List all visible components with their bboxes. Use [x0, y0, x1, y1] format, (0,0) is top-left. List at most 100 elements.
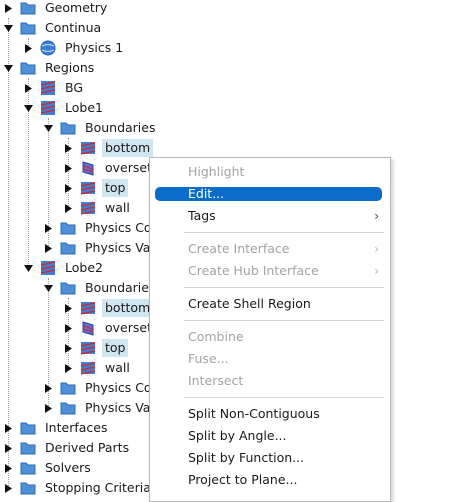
tree-item-interfaces[interactable]: Interfaces — [4, 418, 110, 438]
menu-item-project-to-plane[interactable]: Project to Plane... — [150, 470, 390, 490]
expand-arrow-icon[interactable] — [44, 238, 53, 258]
menu-item-label: Edit... — [188, 186, 225, 201]
tree-item-label: Derived Parts — [45, 440, 130, 455]
collapse-arrow-icon[interactable] — [44, 118, 53, 138]
tree-item-physics-values[interactable]: Physics Val — [44, 238, 157, 258]
menu-item-split-by-function[interactable]: Split by Function... — [150, 448, 390, 468]
tree-item-overset[interactable]: overset — [64, 158, 155, 178]
boundary-wall-icon — [80, 180, 96, 196]
tree-item-physics-conditions[interactable]: Physics Co — [44, 378, 155, 398]
expand-arrow-icon[interactable] — [64, 358, 73, 378]
tree-item-geometry[interactable]: Geometry — [4, 0, 110, 18]
menu-item-label: Project to Plane... — [188, 472, 298, 487]
menu-item-label: Split by Function... — [188, 450, 305, 465]
menu-item-label: Create Shell Region — [188, 296, 311, 311]
submenu-arrow-icon: › — [374, 209, 379, 223]
expand-arrow-icon[interactable] — [4, 438, 13, 458]
tree-item-physics-conditions[interactable]: Physics Co — [44, 218, 155, 238]
collapse-arrow-icon[interactable] — [24, 258, 33, 278]
tree-item-wall[interactable]: wall — [64, 198, 133, 218]
tree-item-physics-values[interactable]: Physics Val — [44, 398, 157, 418]
region-icon — [40, 100, 56, 116]
collapse-arrow-icon[interactable] — [4, 18, 13, 38]
menu-item-tags[interactable]: Tags › — [150, 206, 390, 226]
context-menu: Highlight Edit... Tags › Create Interfac… — [149, 157, 391, 502]
menu-item-label: Fuse... — [188, 351, 229, 366]
tree-item-label: Boundaries — [85, 280, 156, 295]
tree-item-label: overset — [105, 320, 152, 335]
collapse-arrow-icon[interactable] — [44, 278, 53, 298]
expand-arrow-icon[interactable] — [44, 398, 53, 418]
tree-item-label: wall — [105, 200, 130, 215]
tree-item-label: BG — [65, 80, 84, 95]
expand-arrow-icon[interactable] — [64, 318, 73, 338]
tree-item-label: Stopping Criteria — [45, 480, 151, 495]
tree-item-derived-parts[interactable]: Derived Parts — [4, 438, 132, 458]
expand-arrow-icon[interactable] — [44, 218, 53, 238]
collapse-arrow-icon[interactable] — [24, 98, 33, 118]
tree-item-bottom[interactable]: bottom — [64, 138, 154, 158]
menu-item-label: Split by Angle... — [188, 428, 287, 443]
tree-item-wall[interactable]: wall — [64, 358, 133, 378]
tree-item-label: Interfaces — [45, 420, 108, 435]
menu-item-create-shell-region[interactable]: Create Shell Region — [150, 294, 390, 314]
tree-item-lobe2[interactable]: Lobe2 — [24, 258, 106, 278]
expand-arrow-icon[interactable] — [4, 0, 13, 18]
tree-item-label: Physics Val — [85, 240, 154, 255]
tree-item-overset[interactable]: overset — [64, 318, 155, 338]
expand-arrow-icon[interactable] — [64, 158, 73, 178]
menu-item-edit[interactable]: Edit... — [150, 184, 390, 204]
menu-item-fuse[interactable]: Fuse... — [150, 349, 390, 369]
tree-item-physics-1[interactable]: Physics 1 — [24, 38, 126, 58]
tree-item-top[interactable]: top — [64, 178, 129, 198]
collapse-arrow-icon[interactable] — [4, 58, 13, 78]
expand-arrow-icon[interactable] — [64, 198, 73, 218]
expand-arrow-icon[interactable] — [4, 458, 13, 478]
expand-arrow-icon[interactable] — [64, 138, 73, 158]
menu-item-label: Tags — [188, 208, 216, 223]
boundary-wall-icon — [80, 200, 96, 216]
menu-separator — [184, 232, 384, 233]
folder-icon — [60, 280, 76, 296]
tree-item-bottom[interactable]: bottom — [64, 298, 154, 318]
menu-item-highlight[interactable]: Highlight — [150, 162, 390, 182]
tree-item-boundaries[interactable]: Boundaries — [44, 118, 158, 138]
menu-item-create-interface[interactable]: Create Interface › — [150, 239, 390, 259]
expand-arrow-icon[interactable] — [44, 378, 53, 398]
tree-item-lobe1[interactable]: Lobe1 — [24, 98, 106, 118]
menu-item-split-by-angle[interactable]: Split by Angle... — [150, 426, 390, 446]
expand-arrow-icon[interactable] — [4, 478, 13, 498]
menu-item-create-hub-interface[interactable]: Create Hub Interface › — [150, 261, 390, 281]
expand-arrow-icon[interactable] — [4, 418, 13, 438]
folder-icon — [60, 220, 76, 236]
tree-item-bg[interactable]: BG — [24, 78, 86, 98]
folder-icon — [20, 60, 36, 76]
tree-item-label: Lobe2 — [65, 260, 103, 275]
tree-item-top[interactable]: top — [64, 338, 129, 358]
tree-item-regions[interactable]: Regions — [4, 58, 97, 78]
menu-item-intersect[interactable]: Intersect — [150, 371, 390, 391]
boundary-wall-icon — [80, 360, 96, 376]
tree-item-continua[interactable]: Continua — [4, 18, 104, 38]
expand-arrow-icon[interactable] — [64, 298, 73, 318]
tree-item-solvers[interactable]: Solvers — [4, 458, 94, 478]
tree-item-label: wall — [105, 360, 130, 375]
expand-arrow-icon[interactable] — [64, 338, 73, 358]
tree-item-stopping-criteria[interactable]: Stopping Criteria — [4, 478, 154, 498]
tree-item-label: Solvers — [45, 460, 91, 475]
tree-item-label: Regions — [45, 60, 95, 75]
menu-item-label: Intersect — [188, 373, 244, 388]
tree-item-label: overset — [105, 160, 152, 175]
expand-arrow-icon[interactable] — [64, 178, 73, 198]
menu-item-combine[interactable]: Combine — [150, 327, 390, 347]
expand-arrow-icon[interactable] — [24, 38, 33, 58]
menu-item-split-non-contiguous[interactable]: Split Non-Contiguous — [150, 404, 390, 424]
boundary-wall-icon — [80, 340, 96, 356]
tree-item-label: Geometry — [45, 0, 108, 15]
tree-item-boundaries[interactable]: Boundaries — [44, 278, 158, 298]
folder-icon — [60, 400, 76, 416]
tree-item-label: Continua — [45, 20, 102, 35]
tree-item-label: top — [102, 339, 129, 357]
folder-icon — [20, 480, 36, 496]
expand-arrow-icon[interactable] — [24, 78, 33, 98]
